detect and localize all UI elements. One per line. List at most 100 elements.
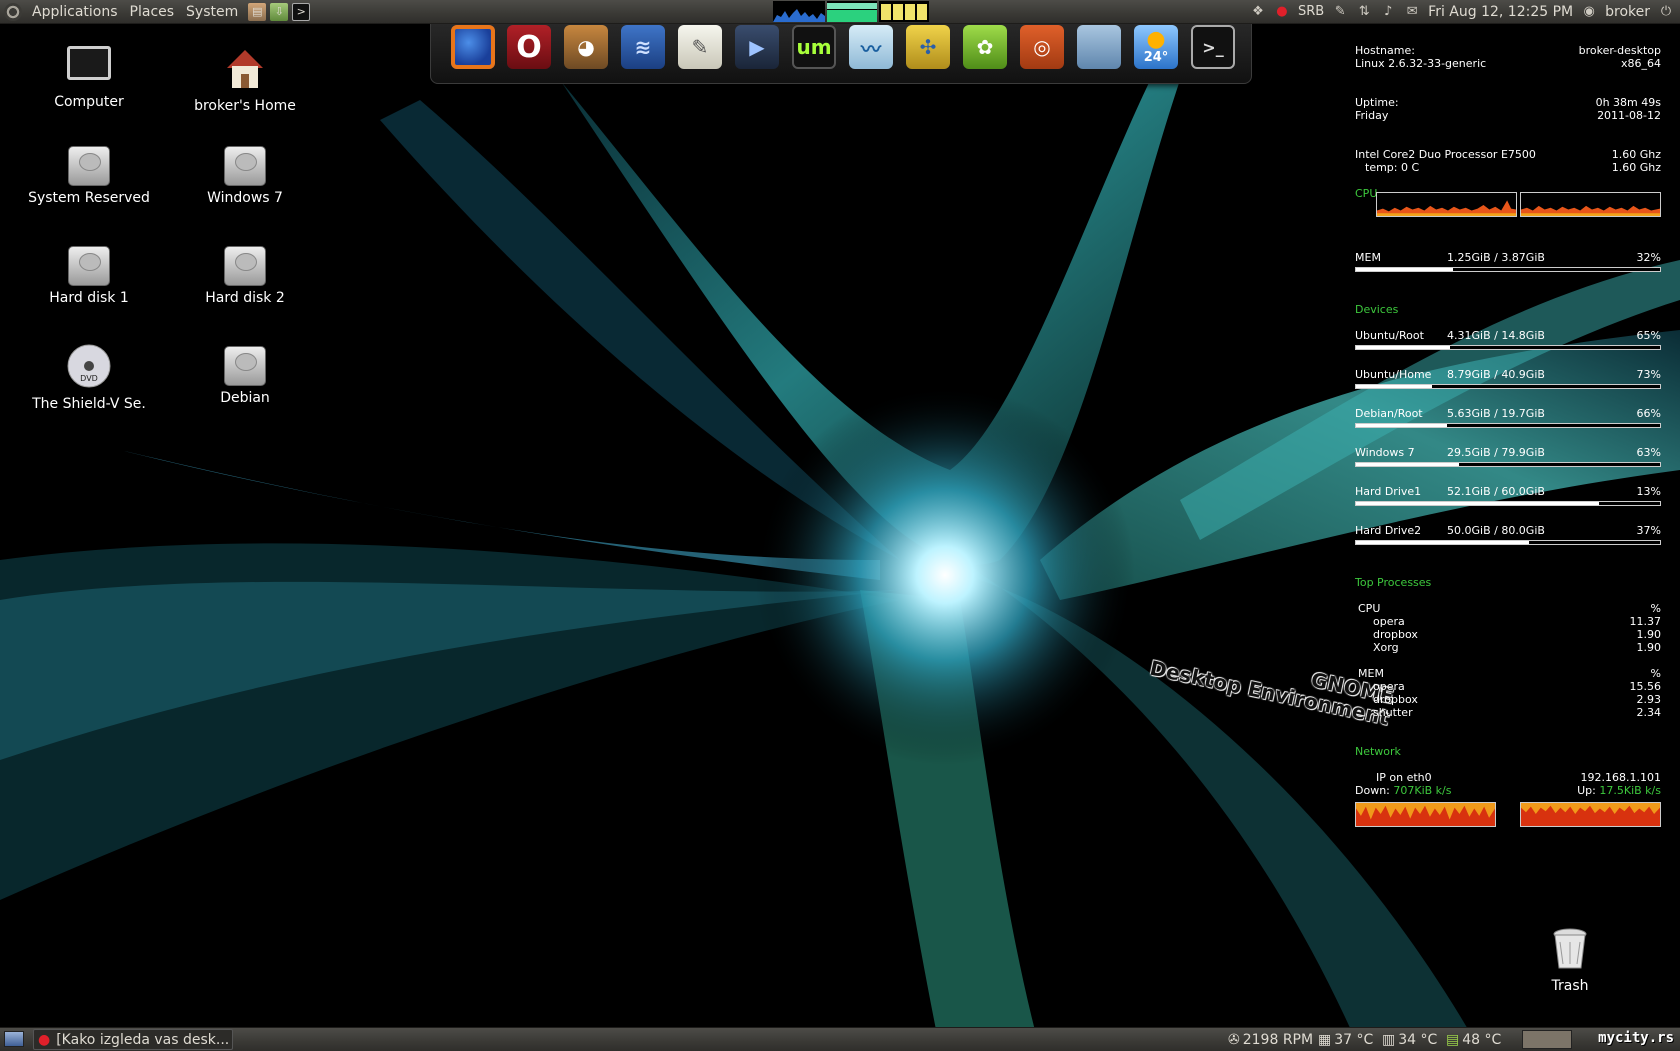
hard-disk-1-desktop-icon[interactable]: Hard disk 1 — [14, 244, 164, 306]
cpu-graph-core2 — [1520, 192, 1661, 217]
device-bar — [1355, 384, 1661, 389]
cpu-temp-row: temp: 0 C 1.60 Ghz — [1365, 161, 1661, 174]
writer-icon[interactable]: ≋ — [621, 25, 665, 69]
system-monitor-icon[interactable]: 〰 — [849, 25, 893, 69]
opera-icon: ● — [38, 1031, 51, 1048]
desktop-icon-label: broker's Home — [194, 98, 296, 114]
top-mem-row: dropbox 2.93 — [1373, 693, 1661, 706]
desktop-icon-label: The Shield-V Se. — [32, 396, 146, 412]
top-mem-row: shutter 2.34 — [1373, 706, 1661, 719]
shutdown-icon[interactable]: ⏻ — [1658, 4, 1674, 20]
fan-sensor[interactable]: ✇ 2198 RPM — [1228, 1030, 1313, 1049]
temp-sensor-2[interactable]: ▥ 34 °C — [1382, 1030, 1437, 1049]
windows7-desktop-icon[interactable]: Windows 7 — [170, 144, 320, 206]
top-mem-row: opera 15.56 — [1373, 680, 1661, 693]
terminal-icon[interactable]: >_ — [1191, 25, 1235, 69]
ip-row: IP on eth0 192.168.1.101 — [1376, 771, 1661, 784]
workspace-switcher[interactable] — [1522, 1030, 1572, 1049]
trash-desktop-icon[interactable]: Trash — [1495, 926, 1645, 994]
dvd-desktop-icon[interactable]: DVD The Shield-V Se. — [14, 344, 164, 412]
debian-desktop-icon[interactable]: Debian — [170, 344, 320, 406]
volume-icon[interactable]: ♪ — [1380, 4, 1396, 20]
mail-icon[interactable]: ✉ — [1404, 4, 1420, 20]
user-icon: ◉ — [1583, 4, 1595, 19]
cpu-mini-graph[interactable] — [773, 1, 825, 22]
ubuntu-logo-icon[interactable] — [4, 2, 22, 21]
folder-icon[interactable] — [1077, 25, 1121, 69]
places-menu[interactable]: Places — [124, 0, 181, 23]
desktop-icon-label: Hard disk 2 — [205, 290, 285, 306]
disk-mini-graph[interactable] — [879, 1, 929, 22]
gimp-icon[interactable]: ◕ — [564, 25, 608, 69]
taskbar-item[interactable]: ● [Kako izgleda vas desk... — [33, 1029, 233, 1050]
trash-icon — [1553, 928, 1587, 969]
desktop-icon-label: Hard disk 1 — [49, 290, 129, 306]
temp-sensor-3[interactable]: ▤ 48 °C — [1446, 1030, 1501, 1049]
watermark: mycity.rs — [1598, 1030, 1674, 1046]
taskbar-item-label: [Kako izgleda vas desk... — [56, 1031, 230, 1048]
device-bar — [1355, 501, 1661, 506]
speed-row: Down: 707KiB k/s Up: 17.5KiB k/s — [1355, 784, 1661, 797]
opera-icon[interactable]: O — [507, 25, 551, 69]
mem-bar — [1355, 267, 1661, 272]
clock[interactable]: Fri Aug 12, 12:25 PM — [1428, 4, 1573, 20]
hostname-row: Hostname: broker-desktop — [1355, 44, 1661, 57]
pen-icon[interactable]: ✎ — [1332, 4, 1348, 20]
dropbox-icon[interactable]: ❖ — [1250, 4, 1266, 20]
software-center-icon[interactable]: ✿ — [963, 25, 1007, 69]
weather-temp: 24° — [1143, 50, 1169, 65]
temp-sensor-1[interactable]: ▦ 37 °C — [1318, 1030, 1373, 1049]
cpu-model-row: Intel Core2 Duo Processor E7500 1.60 Ghz — [1355, 148, 1661, 161]
cpu-graph-core1 — [1376, 192, 1517, 217]
device-row: Ubuntu/Root 4.31GiB / 14.8GiB 65% — [1355, 329, 1661, 342]
firefox-icon[interactable] — [451, 25, 495, 69]
computer-desktop-icon[interactable]: Computer — [14, 46, 164, 110]
weather-icon[interactable]: ● 24° — [1134, 25, 1178, 69]
files-launcher-icon[interactable]: ▤ — [248, 2, 267, 21]
ubuntu-icon[interactable]: ◎ — [1020, 25, 1064, 69]
desktop-icon-label: Computer — [54, 94, 124, 110]
network-icon[interactable]: ⇅ — [1356, 4, 1372, 20]
show-desktop-icon[interactable] — [4, 1031, 24, 1047]
drive-icon — [68, 146, 110, 186]
kernel-row: Linux 2.6.32-33-generic x86_64 — [1355, 57, 1661, 70]
text-editor-icon[interactable]: ✎ — [678, 25, 722, 69]
top-cpu-row: Xorg 1.90 — [1373, 641, 1661, 654]
system-reserved-desktop-icon[interactable]: System Reserved — [14, 144, 164, 206]
date-row: Friday 2011-08-12 — [1355, 109, 1661, 122]
top-panel: Applications Places System ▤ ⇩ > ❖ ● SRB… — [0, 0, 1680, 24]
applications-menu[interactable]: Applications — [26, 0, 124, 23]
device-row: Windows 7 29.5GiB / 79.9GiB 63% — [1355, 446, 1661, 459]
device-bar — [1355, 423, 1661, 428]
um-icon[interactable]: um — [792, 25, 836, 69]
device-bar — [1355, 345, 1661, 350]
top-cpu-header: CPU% — [1358, 602, 1661, 615]
user-name[interactable]: broker — [1605, 4, 1650, 20]
download-launcher-icon[interactable]: ⇩ — [270, 2, 289, 21]
memory-mini-graph[interactable] — [827, 1, 877, 22]
drive-icon — [68, 246, 110, 286]
device-row: Ubuntu/Home 8.79GiB / 40.9GiB 73% — [1355, 368, 1661, 381]
sun-icon: ● — [1146, 27, 1166, 52]
gpu-chip-icon: ▤ — [1446, 1031, 1460, 1048]
drive-icon — [224, 246, 266, 286]
dock: O ◕ ≋ ✎ ▶ um 〰 ✣ ✿ ◎ ● 24° >_ — [430, 18, 1252, 84]
system-menu[interactable]: System — [180, 0, 244, 23]
device-bar — [1355, 540, 1661, 545]
terminal-launcher-icon[interactable]: > — [292, 2, 311, 21]
computer-icon — [67, 46, 111, 80]
top-processes-heading: Top Processes — [1355, 576, 1432, 589]
hard-disk-2-desktop-icon[interactable]: Hard disk 2 — [170, 244, 320, 306]
top-cpu-row: dropbox 1.90 — [1373, 628, 1661, 641]
device-row: Debian/Root 5.63GiB / 19.7GiB 66% — [1355, 407, 1661, 420]
opera-tray-icon[interactable]: ● — [1274, 4, 1290, 20]
cpu-chip-icon: ▦ — [1318, 1031, 1332, 1048]
video-editor-icon[interactable]: ▶ — [735, 25, 779, 69]
network-config-icon[interactable]: ✣ — [906, 25, 950, 69]
home-desktop-icon[interactable]: broker's Home — [170, 46, 320, 114]
keyboard-layout-indicator[interactable]: SRB — [1298, 4, 1324, 19]
upload-graph — [1520, 802, 1661, 827]
desktop-icon-label: Trash — [1551, 978, 1589, 994]
network-heading: Network — [1355, 745, 1401, 758]
mem-row: MEM 1.25GiB / 3.87GiB 32% — [1355, 251, 1661, 264]
